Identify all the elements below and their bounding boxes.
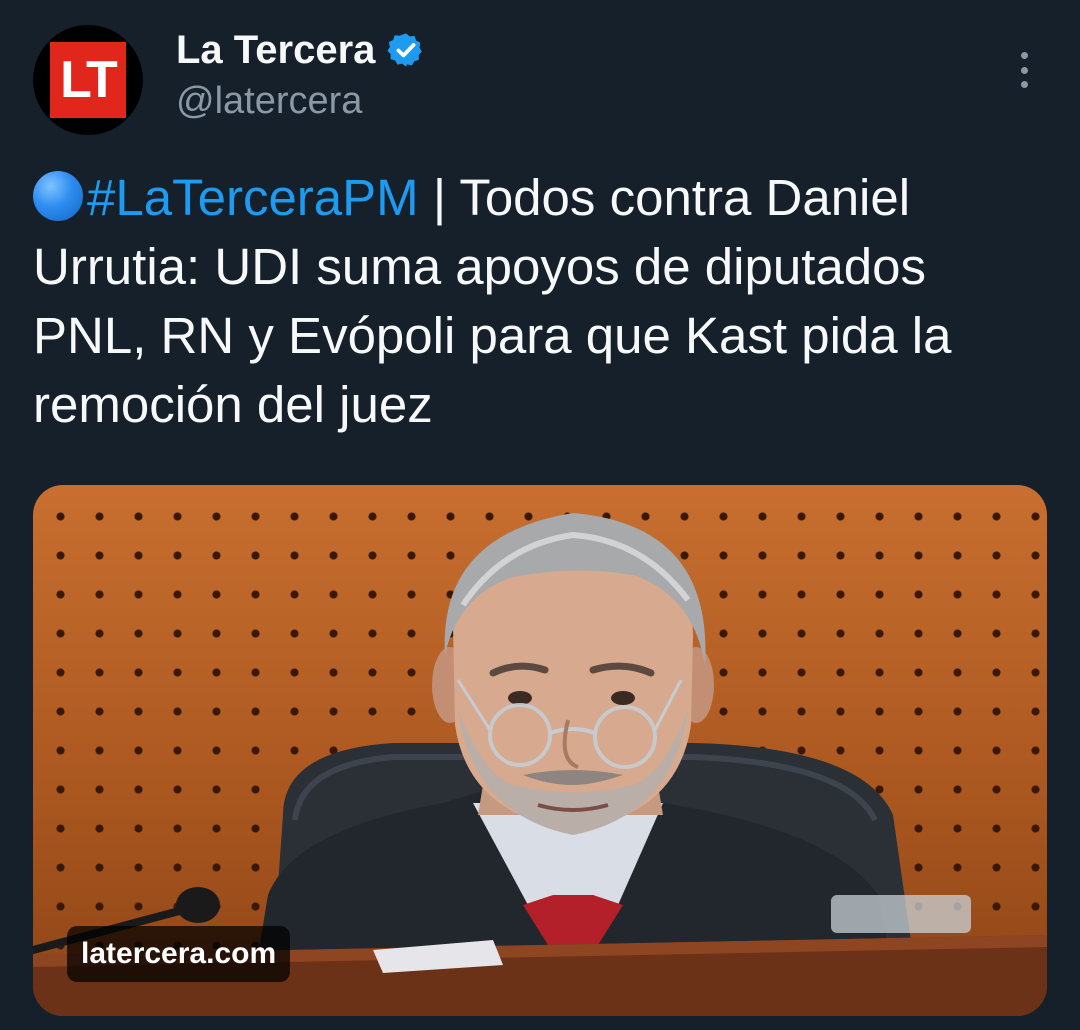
tweet-text: #LaTerceraPM | Todos contra Daniel Urrut… (33, 163, 1043, 439)
hashtag-link[interactable]: #LaTerceraPM (87, 169, 419, 226)
author-display-name[interactable]: La Tercera (176, 28, 375, 73)
logo-text: LT (60, 51, 118, 109)
author-name-row: La Tercera (176, 26, 425, 74)
more-options-icon[interactable] (1004, 48, 1044, 92)
la-tercera-logo: LT (50, 42, 126, 118)
author-handle[interactable]: @latercera (176, 80, 362, 123)
blue-circle-icon (33, 171, 83, 221)
avatar[interactable]: LT (33, 25, 143, 135)
verified-badge-icon (387, 33, 423, 67)
link-domain-badge[interactable]: latercera.com (67, 926, 291, 982)
